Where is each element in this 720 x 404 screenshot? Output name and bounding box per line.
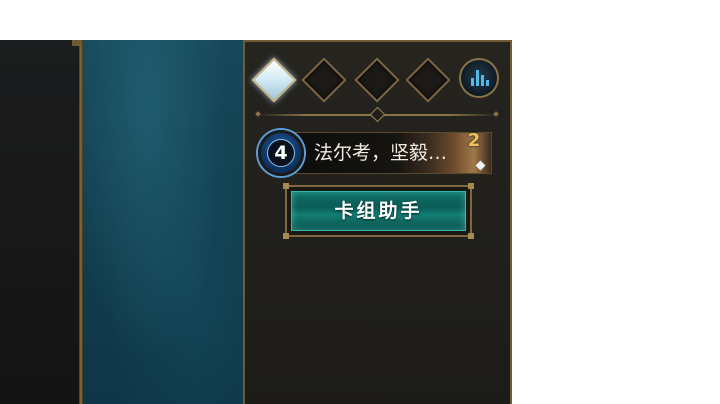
left-panel (0, 40, 80, 404)
frame-corner (468, 183, 474, 189)
frame-corner (283, 233, 289, 239)
mana-cost-value: 4 (267, 139, 295, 167)
panel-border-corner (72, 40, 82, 46)
bar-chart-icon (471, 70, 489, 86)
stats-button[interactable] (459, 58, 499, 98)
deck-card-row[interactable]: 4 法尔考，坚毅… 2 (258, 130, 494, 176)
card-name: 法尔考，坚毅… (314, 142, 448, 164)
deck-assistant-button[interactable]: 卡组助手 (291, 191, 466, 231)
frame-corner (283, 183, 289, 189)
mana-cost-badge: 4 (258, 130, 304, 176)
deck-preview-panel (83, 40, 243, 404)
frame-corner (468, 233, 474, 239)
card-copy-count: 2 (467, 130, 481, 151)
